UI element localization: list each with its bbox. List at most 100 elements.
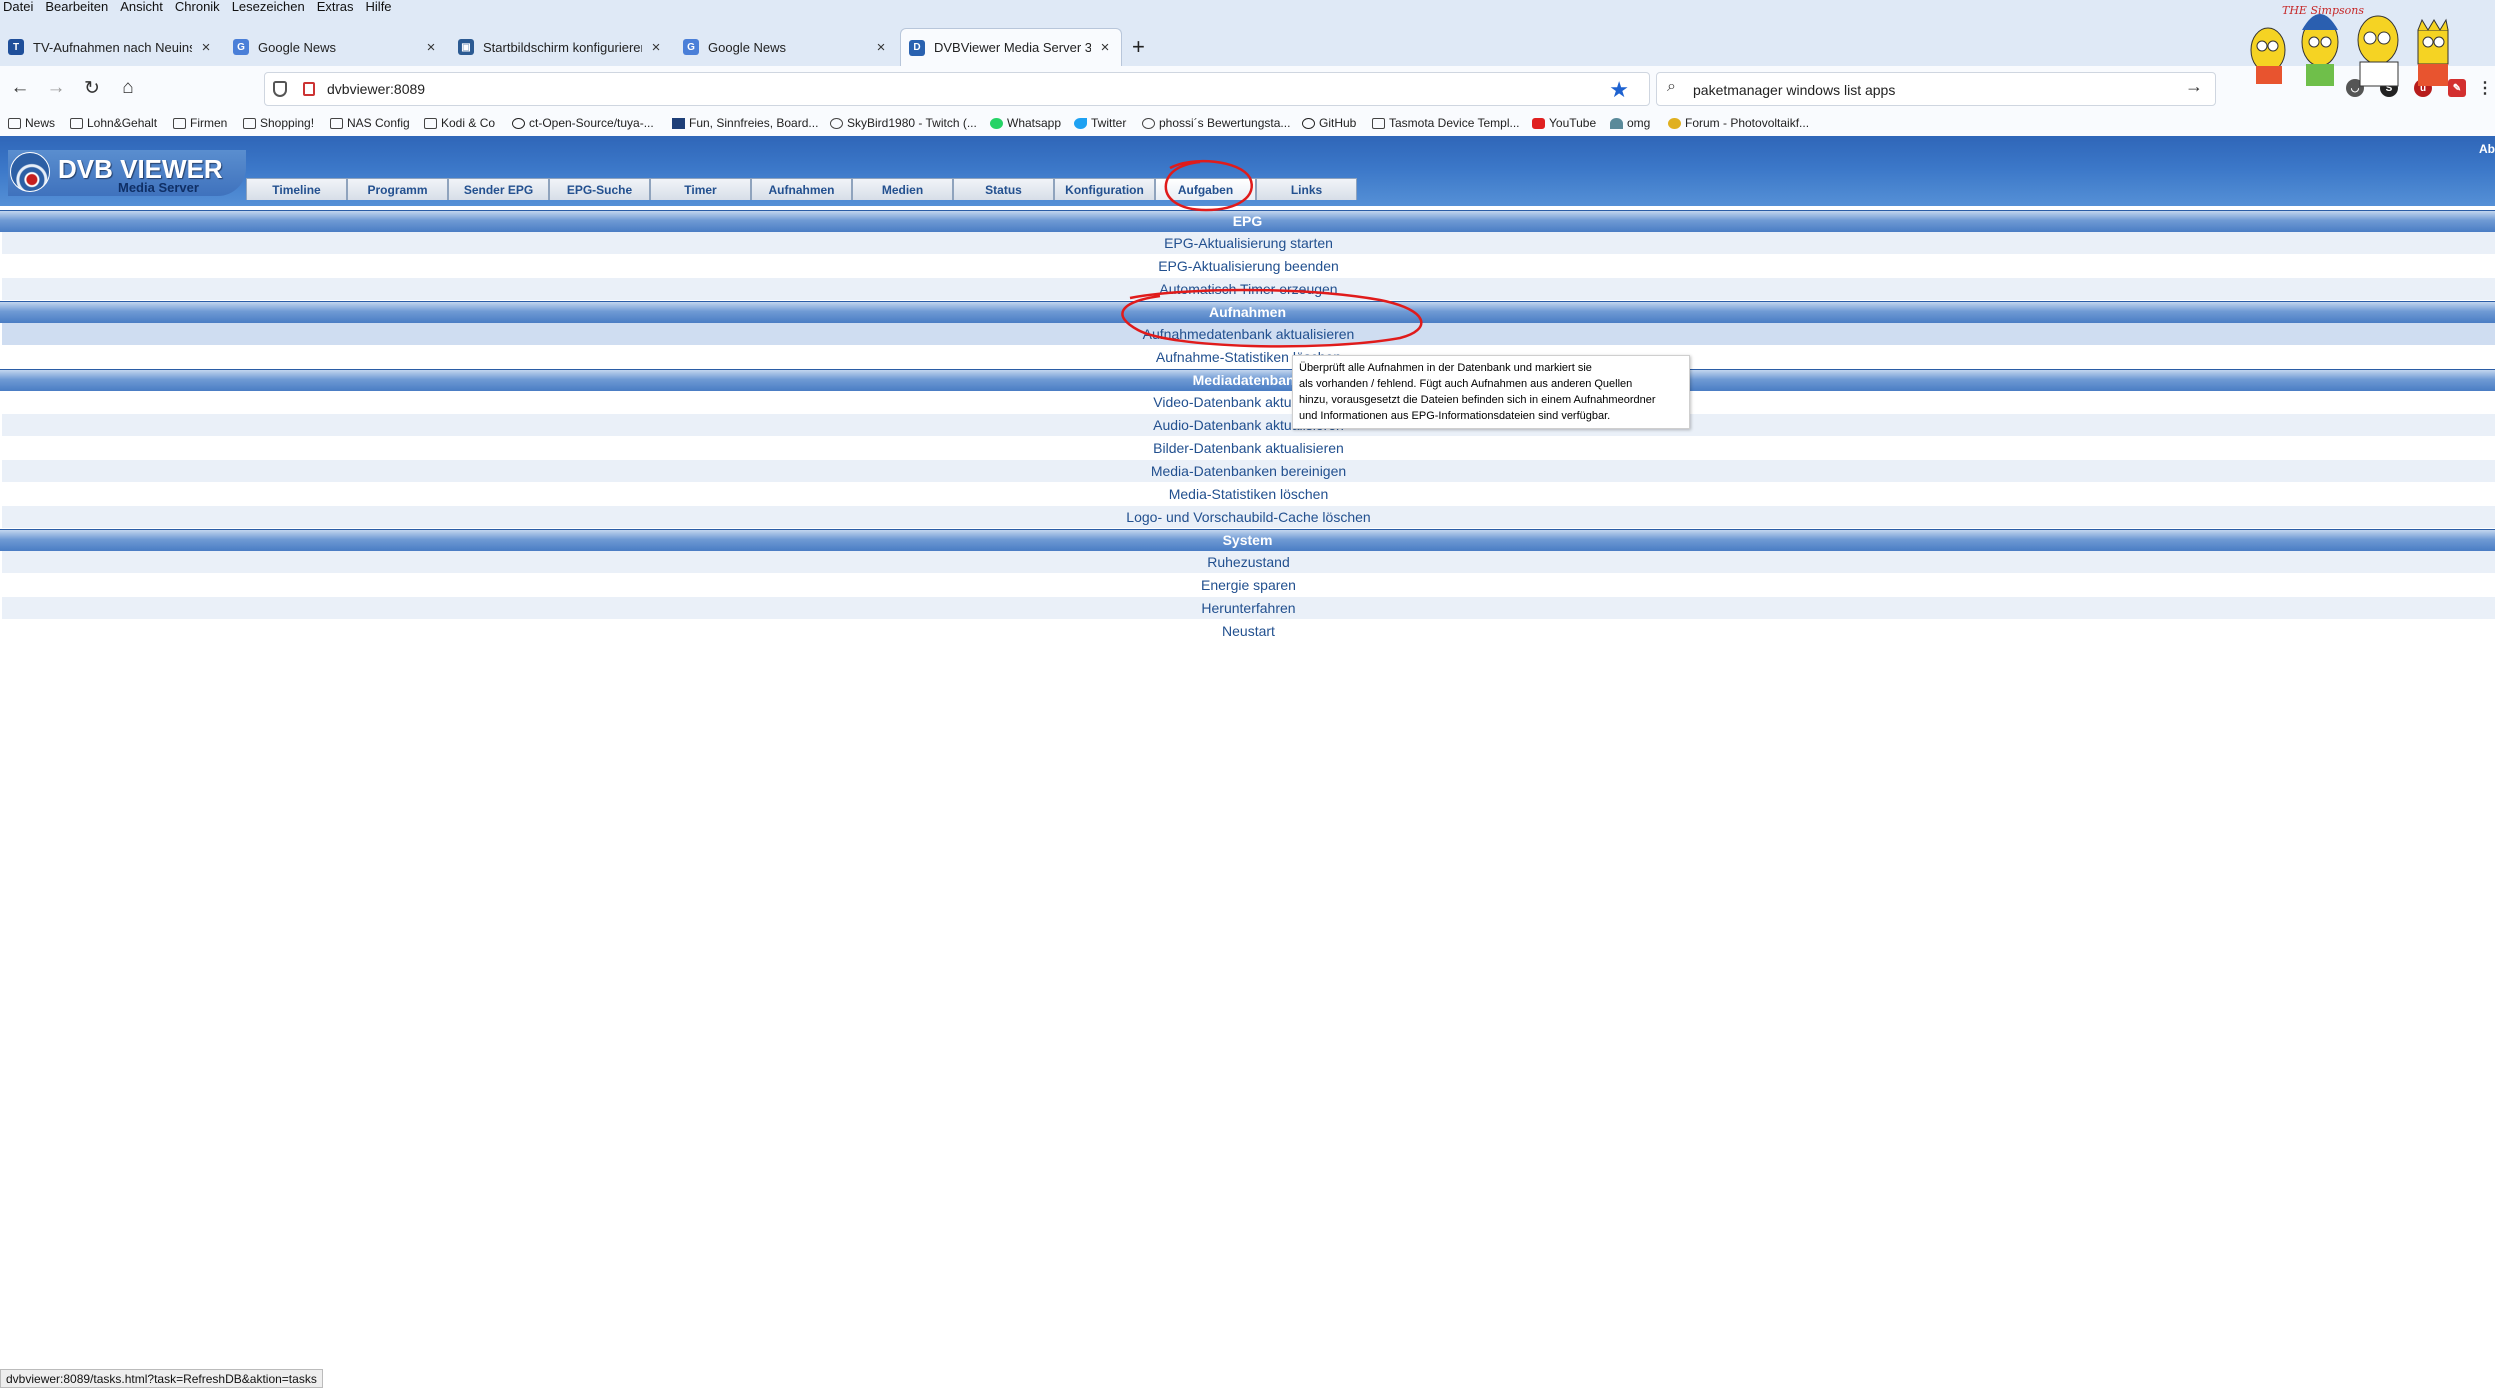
status-bar-url: dvbviewer:8089/tasks.html?task=RefreshDB… — [0, 1369, 323, 1388]
menu-datei[interactable]: Datei — [0, 0, 42, 15]
site-header: DVB VIEWER Media Server Ab Timeline Prog… — [0, 136, 2495, 206]
bookmark-link[interactable]: Forum - Photovoltaikf... — [1668, 116, 1809, 130]
task-link-clear-logo-cache[interactable]: Logo- und Vorschaubild-Cache löschen — [1126, 509, 1370, 525]
task-row: Aufnahme-Statistiken löschen — [2, 346, 2495, 368]
url-bar[interactable]: dvbviewer:8089 ★ — [264, 72, 1650, 106]
close-icon[interactable]: × — [1097, 39, 1113, 56]
insecure-lock-icon[interactable] — [303, 82, 315, 96]
bookmark-link[interactable]: omg — [1610, 116, 1650, 130]
page-icon: ▣ — [458, 39, 474, 55]
bookmark-link[interactable]: YouTube — [1532, 116, 1596, 130]
task-row: Bilder-Datenbank aktualisieren — [2, 437, 2495, 459]
overflow-menu-icon[interactable]: ⋮ — [2476, 79, 2494, 97]
tab-title: Google News — [258, 39, 337, 55]
nav-tab-aufnahmen[interactable]: Aufnahmen — [751, 178, 852, 200]
task-row: Audio-Datenbank aktualisieren — [2, 414, 2495, 436]
tab-title: Startbildschirm konfigurieren - — [483, 39, 642, 55]
nav-tab-links[interactable]: Links — [1256, 178, 1357, 200]
search-input[interactable] — [1691, 77, 2165, 103]
folder-icon — [243, 117, 256, 129]
search-bar[interactable]: ⌕ → — [1656, 72, 2216, 106]
search-icon: ⌕ — [1667, 78, 1676, 95]
nav-tab-programm[interactable]: Programm — [347, 178, 448, 200]
folder-icon — [173, 117, 186, 129]
tab-title: TV-Aufnahmen nach Neuinstall — [33, 39, 192, 55]
task-link-clean-media-db[interactable]: Media-Datenbanken bereinigen — [1151, 463, 1346, 479]
bookmark-link[interactable]: Twitter — [1074, 116, 1126, 130]
nav-tab-epg-suche[interactable]: EPG-Suche — [549, 178, 650, 200]
menu-hilfe[interactable]: Hilfe — [363, 0, 401, 15]
bookmark-link[interactable]: SkyBird1980 - Twitch (... — [830, 116, 977, 130]
tab-strip: T TV-Aufnahmen nach Neuinstall × G Googl… — [0, 24, 2495, 66]
bookmark-folder[interactable]: Lohn&Gehalt — [70, 116, 157, 130]
bookmark-link[interactable]: GitHub — [1302, 116, 1356, 130]
nav-tab-konfiguration[interactable]: Konfiguration — [1054, 178, 1155, 200]
new-tab-button[interactable]: + — [1132, 34, 1145, 60]
task-link-hibernate[interactable]: Ruhezustand — [1207, 554, 1290, 570]
whatsapp-icon — [990, 117, 1003, 129]
task-row: Automatisch Timer erzeugen — [2, 278, 2495, 300]
browser-tab[interactable]: G Google News × — [225, 28, 447, 66]
close-icon[interactable]: × — [648, 39, 664, 56]
task-link-picture-db[interactable]: Bilder-Datenbank aktualisieren — [1153, 440, 1344, 456]
simpsons-theme-icon: THE Simpsons — [2250, 4, 2449, 87]
nav-tab-timeline[interactable]: Timeline — [246, 178, 347, 200]
back-arrow-icon[interactable]: ← — [8, 76, 32, 100]
task-link-restart[interactable]: Neustart — [1222, 623, 1275, 639]
main-navigation: Timeline Programm Sender EPG EPG-Suche T… — [246, 178, 1357, 200]
reload-icon[interactable]: ↻ — [80, 76, 104, 100]
task-link-epg-stop[interactable]: EPG-Aktualisierung beenden — [1158, 258, 1339, 274]
nav-tab-status[interactable]: Status — [953, 178, 1054, 200]
task-link-shutdown[interactable]: Herunterfahren — [1201, 600, 1295, 616]
menu-chronik[interactable]: Chronik — [172, 0, 229, 15]
menu-ansicht[interactable]: Ansicht — [117, 0, 172, 15]
disk-icon — [672, 117, 685, 129]
nav-tab-aufgaben[interactable]: Aufgaben — [1155, 178, 1256, 200]
browser-tab[interactable]: G Google News × — [675, 28, 897, 66]
bookmark-folder[interactable]: Shopping! — [243, 116, 314, 130]
folder-icon — [8, 117, 21, 129]
close-icon[interactable]: × — [198, 39, 214, 56]
tooltip-line: hinzu, vorausgesetzt die Dateien befinde… — [1299, 394, 1656, 406]
shield-icon[interactable] — [273, 81, 287, 97]
url-text[interactable]: dvbviewer:8089 — [327, 81, 425, 97]
task-link-epg-start[interactable]: EPG-Aktualisierung starten — [1164, 235, 1333, 251]
bookmark-star-icon[interactable]: ★ — [1609, 77, 1629, 103]
bookmark-folder[interactable]: NAS Config — [330, 116, 410, 130]
close-icon[interactable]: × — [873, 39, 889, 56]
dvbviewer-logo[interactable]: DVB VIEWER Media Server — [8, 150, 246, 196]
bookmark-link[interactable]: Fun, Sinnfreies, Board... — [672, 116, 818, 130]
menu-bearbeiten[interactable]: Bearbeiten — [42, 0, 117, 15]
nav-tab-timer[interactable]: Timer — [650, 178, 751, 200]
task-link-clear-media-stats[interactable]: Media-Statistiken löschen — [1169, 486, 1329, 502]
navigation-bar: ← → ↻ ⌂ dvbviewer:8089 ★ ⌕ → — [0, 66, 2495, 112]
close-icon[interactable]: × — [423, 39, 439, 56]
search-go-arrow-icon[interactable]: → — [2185, 76, 2203, 97]
nav-tab-medien[interactable]: Medien — [852, 178, 953, 200]
menu-extras[interactable]: Extras — [314, 0, 363, 15]
omg-icon — [1610, 117, 1623, 129]
bookmark-link[interactable]: ct-Open-Source/tuya-... — [512, 116, 654, 130]
bookmark-folder[interactable]: Firmen — [173, 116, 227, 130]
bookmark-folder[interactable]: Kodi & Co — [424, 116, 495, 130]
globe-icon — [1142, 117, 1155, 129]
task-link-auto-timer[interactable]: Automatisch Timer erzeugen — [1159, 281, 1337, 297]
forward-arrow-icon[interactable]: → — [44, 76, 68, 100]
menu-lesezeichen[interactable]: Lesezeichen — [229, 0, 314, 15]
github-icon — [512, 117, 525, 129]
section-header-epg: EPG — [0, 210, 2495, 232]
bookmark-link[interactable]: Whatsapp — [990, 116, 1061, 130]
bookmark-link[interactable]: Tasmota Device Templ... — [1372, 116, 1520, 130]
tvheadend-icon: T — [8, 39, 24, 55]
section-header-mediadatenbank: Mediadatenbank — [0, 369, 2495, 391]
annotation-overlay — [1121, 159, 1423, 348]
browser-tab-active[interactable]: D DVBViewer Media Server 3.1.0.0 × — [900, 28, 1122, 66]
bookmark-folder[interactable]: News — [8, 116, 55, 130]
bookmark-link[interactable]: phossi´s Bewertungsta... — [1142, 116, 1290, 130]
task-link-refresh-recording-db[interactable]: Aufnahmedatenbank aktualisieren — [1143, 326, 1355, 342]
task-link-standby[interactable]: Energie sparen — [1201, 577, 1296, 593]
browser-tab[interactable]: T TV-Aufnahmen nach Neuinstall × — [0, 28, 222, 66]
browser-tab[interactable]: ▣ Startbildschirm konfigurieren - × — [450, 28, 672, 66]
home-icon[interactable]: ⌂ — [116, 76, 140, 100]
nav-tab-sender-epg[interactable]: Sender EPG — [448, 178, 549, 200]
